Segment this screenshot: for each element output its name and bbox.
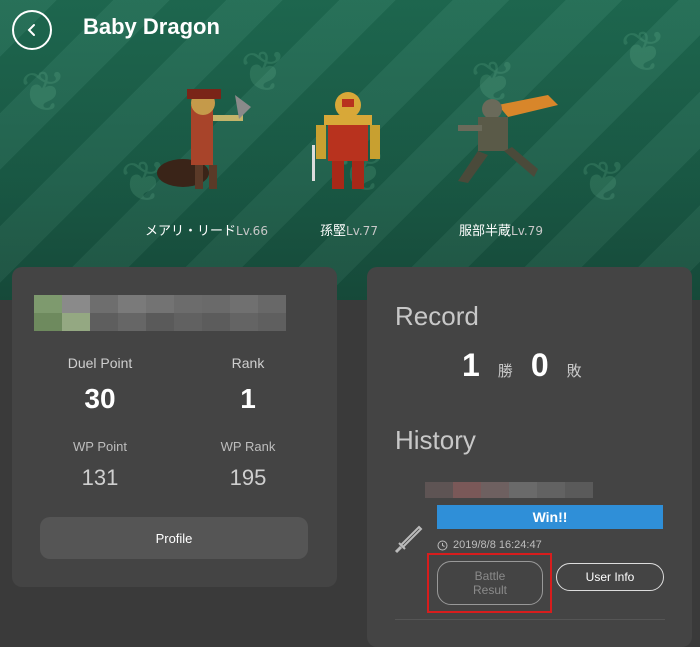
- timestamp-text: 2019/8/8 16:24:47: [453, 539, 542, 551]
- opponent-name-redacted: [425, 482, 593, 498]
- laurel-icon: ❦: [20, 60, 67, 125]
- highlight-box: [427, 553, 552, 613]
- battle-result-badge: Win!!: [437, 505, 663, 529]
- duel-point-value: 30: [84, 383, 116, 414]
- wp-point-label: WP Point: [73, 439, 127, 454]
- record-panel: Record 1 勝 0 敗 History Win!! 2019/8/8 16…: [367, 267, 692, 647]
- player-name-redacted: [34, 295, 286, 313]
- user-info-button[interactable]: User Info: [556, 563, 664, 591]
- battle-timestamp: 2019/8/8 16:24:47: [437, 539, 542, 551]
- pirate-character-sprite[interactable]: [138, 85, 268, 195]
- laurel-icon: ❦: [580, 150, 627, 215]
- losses-unit: 敗: [566, 362, 582, 380]
- armored-warrior-sprite[interactable]: [283, 85, 413, 195]
- player-name-redacted: [34, 313, 286, 331]
- history-title: History: [395, 425, 476, 455]
- clock-icon: [437, 540, 448, 550]
- wp-rank-value: 195: [229, 465, 267, 490]
- divider: [395, 619, 665, 620]
- wins-count: 1: [462, 347, 480, 383]
- page-title: Baby Dragon: [83, 14, 220, 39]
- rank-value: 1: [240, 383, 256, 414]
- character-name-1: メアリ・リードLv.66: [145, 224, 268, 239]
- rank-label: Rank: [231, 355, 265, 371]
- back-button[interactable]: [12, 10, 52, 50]
- character-name-2: 孫堅Lv.77: [320, 224, 378, 239]
- ninja-character-sprite[interactable]: [438, 85, 568, 195]
- duel-point-label: Duel Point: [67, 355, 133, 371]
- sword-icon: [394, 525, 423, 554]
- record-title: Record: [395, 301, 479, 331]
- record-summary: 1 勝 0 敗: [462, 347, 582, 384]
- wins-unit: 勝: [497, 362, 513, 380]
- profile-button[interactable]: Profile: [40, 517, 308, 559]
- player-stats-panel: Duel Point 30 Rank 1 WP Point 131 WP Ran…: [12, 267, 337, 587]
- laurel-icon: ❦: [620, 20, 667, 85]
- wp-point-value: 131: [81, 465, 119, 490]
- character-name-3: 服部半蔵Lv.79: [459, 224, 543, 239]
- hero-banner: ❦ ❦ ❦ ❦ ❦ ❦ ❦ Baby Dragon メアリ・リードLv.66: [0, 0, 700, 300]
- losses-count: 0: [530, 347, 549, 383]
- wp-rank-label: WP Rank: [220, 439, 276, 454]
- chevron-left-icon: [27, 24, 35, 36]
